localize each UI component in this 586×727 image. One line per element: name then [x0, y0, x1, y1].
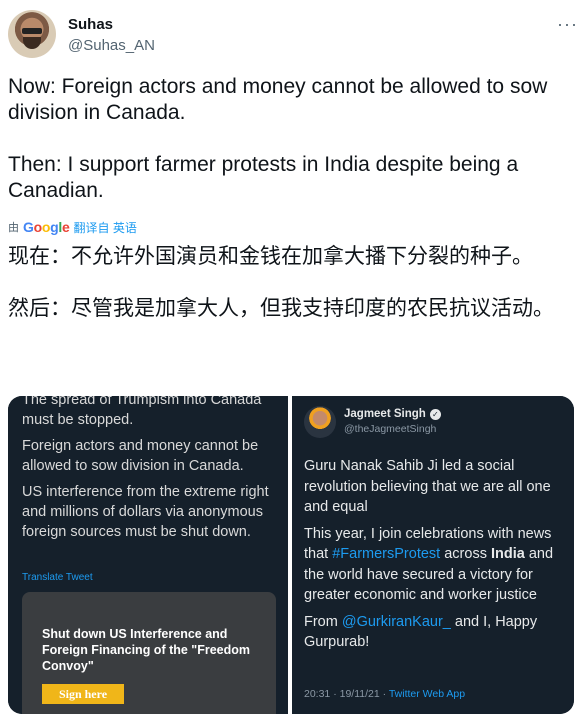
tweet-media[interactable]: The spread of Trumpism into Canada must b… [8, 396, 574, 714]
tweet-header: Suhas @Suhas_AN ··· [8, 8, 578, 64]
embedded-para3: From @GurkiranKaur_ and I, Happy Gurpura… [304, 612, 566, 653]
media-image-right[interactable]: Jagmeet Singh ✓ @theJagmeetSingh Guru Na… [292, 396, 574, 714]
tweet-text: Now: Foreign actors and money cannot be … [8, 75, 548, 202]
sign-here-button: Sign here [42, 684, 124, 704]
left-cut-line: The spread of Trumpism into Canada [22, 396, 262, 408]
left-image-text: The spread of Trumpism into Canada must b… [22, 396, 282, 548]
embedded-author-handle: @theJagmeetSingh [344, 423, 437, 435]
author-name[interactable]: Suhas [68, 16, 113, 33]
embedded-p2-bold: India [490, 546, 525, 562]
avatar-beard [23, 37, 41, 49]
embedded-para2: This year, I join celebrations with news… [304, 524, 566, 606]
translate-tweet-link: Translate Tweet [22, 572, 93, 583]
petition-card-title: Shut down US Interference and Foreign Fi… [42, 627, 251, 673]
google-logo[interactable]: Google [23, 219, 70, 235]
embedded-tweet-meta: 20:31 · 19/11/21 · Twitter Web App [304, 688, 465, 700]
author-handle[interactable]: @Suhas_AN [68, 37, 155, 54]
hashtag-farmersprotest: #FarmersProtest [332, 546, 441, 562]
embedded-avatar [304, 406, 336, 438]
media-image-left[interactable]: The spread of Trumpism into Canada must b… [8, 396, 288, 714]
embedded-para1: Guru Nanak Sahib Ji led a social revolut… [304, 458, 551, 515]
embedded-source: Twitter Web App [388, 688, 466, 700]
avatar[interactable] [8, 10, 56, 58]
left-para3: US interference from the extreme right a… [22, 484, 269, 540]
mention-gurkirankaur: @GurkiranKaur_ [341, 613, 451, 630]
verified-badge-icon: ✓ [429, 408, 441, 420]
embedded-name-text: Jagmeet Singh [344, 408, 426, 420]
translation-by-label: 由 [8, 222, 19, 234]
embedded-time: 20:31 · 19/11/21 · [304, 688, 389, 700]
more-horizontal-icon[interactable]: ··· [557, 14, 578, 35]
petition-card: Shut down US Interference and Foreign Fi… [22, 592, 276, 714]
left-line1: must be stopped. [22, 412, 134, 428]
translated-text: 现在：不允许外国演员和金钱在加拿大播下分裂的种子。 然后：尽管我是加拿大人，但我… [8, 245, 554, 320]
avatar-glasses [22, 28, 42, 34]
left-para2: Foreign actors and money cannot be allow… [22, 438, 259, 474]
embedded-p2b: across [440, 546, 491, 562]
translate-from-link[interactable]: 翻译自 英语 [73, 219, 136, 236]
left-image-line: The spread of Trumpism into Canada must b… [22, 396, 282, 430]
embedded-p3a: From [304, 613, 342, 630]
embedded-tweet-body: Guru Nanak Sahib Ji led a social revolut… [304, 456, 566, 659]
embedded-author-name: Jagmeet Singh ✓ [344, 408, 441, 420]
translation-attribution: 由 Google 翻译自 英语 [8, 218, 137, 236]
